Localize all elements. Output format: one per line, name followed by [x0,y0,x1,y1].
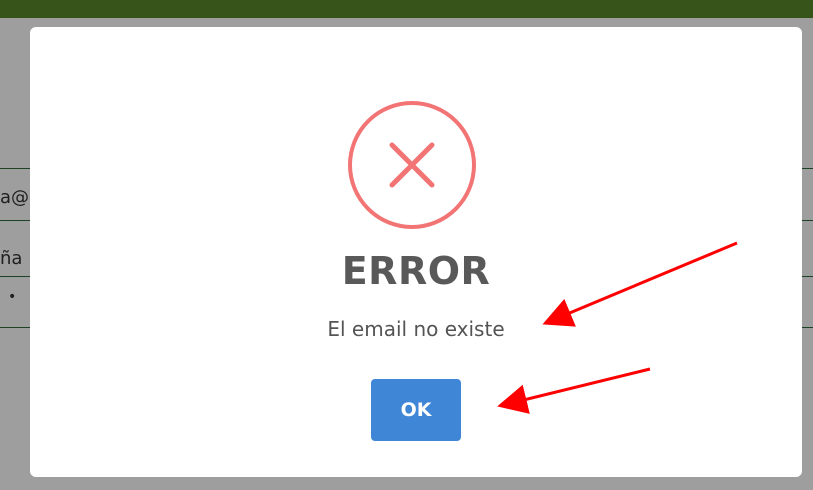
error-dialog: ERROR El email no existe OK [30,27,802,477]
dialog-title: ERROR [341,249,491,293]
dialog-message: El email no existe [327,317,505,341]
ok-button[interactable]: OK [371,379,461,441]
error-x-icon [348,101,476,229]
